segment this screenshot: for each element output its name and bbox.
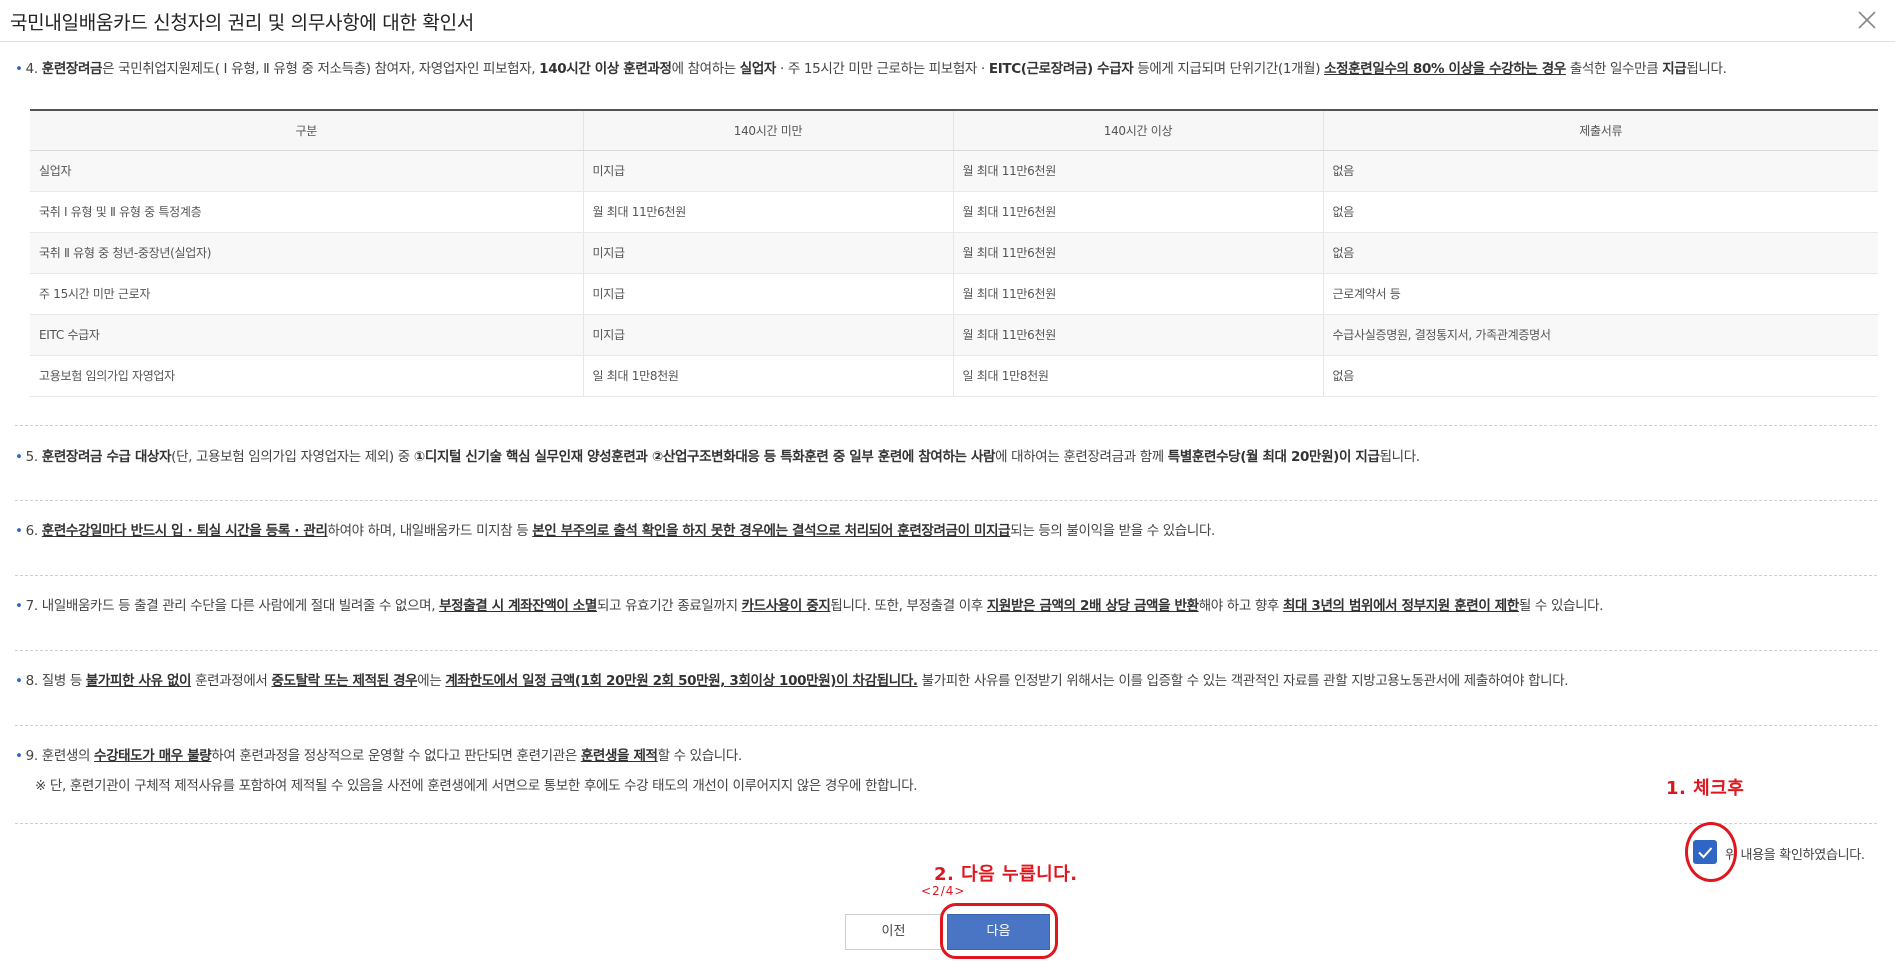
notice-item-9-note: ※ 단, 훈련기관이 구체적 제적사유를 포함하여 제적될 수 있음을 사전에 … [35,778,918,794]
table-cell: 일 최대 1만8천원 [953,355,1324,397]
table-header-row: 구분 140시간 미만 140시간 이상 제출서류 [30,109,1878,151]
modal-title: 국민내일배움카드 신청자의 권리 및 의무사항에 대한 확인서 [10,12,474,34]
divider [15,575,1877,576]
table-cell: 미지급 [583,150,954,192]
annotation-step-1: 1. 체크후 [1666,778,1745,799]
annotation-box [940,903,1058,959]
table-cell: 미지급 [583,273,954,315]
notice-item-8: • 8. 질병 등 불가피한 사유 없이 훈련과정에서 중도탈락 또는 제적된 경… [15,673,1569,689]
table-cell: 월 최대 11만6천원 [953,314,1324,356]
table-cell: 없음 [1323,355,1878,397]
table-header: 구분 [30,109,584,151]
table-cell: 월 최대 11만6천원 [953,150,1324,192]
divider [15,823,1877,824]
table-cell: 월 최대 11만6천원 [953,273,1324,315]
bullet-icon: • [15,61,23,77]
table-cell: 미지급 [583,314,954,356]
divider [15,650,1877,651]
bullet-icon: • [15,449,23,465]
table-cell: 일 최대 1만8천원 [583,355,954,397]
table-cell: 주 15시간 미만 근로자 [30,273,584,315]
table-cell: 없음 [1323,232,1878,274]
table-row: 주 15시간 미만 근로자 미지급 월 최대 11만6천원 근로계약서 등 [30,273,1878,315]
table-cell: 국취 Ⅰ 유형 및 Ⅱ 유형 중 특정계층 [30,191,584,233]
table-cell: 수급사실증명원, 결정통지서, 가족관계증명서 [1323,314,1878,356]
table-header: 140시간 미만 [583,109,954,151]
close-icon [1858,11,1876,29]
table-cell: 실업자 [30,150,584,192]
divider [15,500,1877,501]
notice-item-4: • 4. 훈련장려금은 국민취업지원제도( Ⅰ 유형, Ⅱ 유형 중 저소득층) … [15,61,1727,77]
table-cell: 월 최대 11만6천원 [583,191,954,233]
table-cell: 국취 Ⅱ 유형 중 청년-중장년(실업자) [30,232,584,274]
notice-item-5: • 5. 훈련장려금 수급 대상자(단, 고용보험 임의가입 자영업자는 제외) … [15,449,1420,465]
annotation-step-2: 2. 다음 누릅니다. [934,864,1078,885]
divider [15,725,1877,726]
table-row: EITC 수급자 미지급 월 최대 11만6천원 수급사실증명원, 결정통지서,… [30,314,1878,356]
table-cell: 고용보험 임의가입 자영업자 [30,355,584,397]
table-cell: 미지급 [583,232,954,274]
page-indicator: <2/4> [921,884,966,898]
table-cell: 없음 [1323,150,1878,192]
notice-item-6: • 6. 훈련수강일마다 반드시 입 · 퇴실 시간을 등록 · 관리하여야 하며… [15,523,1215,539]
table-header: 제출서류 [1323,109,1878,151]
table-row: 국취 Ⅱ 유형 중 청년-중장년(실업자) 미지급 월 최대 11만6천원 없음 [30,232,1878,274]
table-header: 140시간 이상 [953,109,1324,151]
table-row: 고용보험 임의가입 자영업자 일 최대 1만8천원 일 최대 1만8천원 없음 [30,355,1878,397]
table-cell: 없음 [1323,191,1878,233]
notice-item-9: • 9. 훈련생의 수강태도가 매우 불량하여 훈련과정을 정상적으로 운영할 수… [15,748,918,794]
bullet-icon: • [15,748,23,764]
bullet-icon: • [15,523,23,539]
table-row: 국취 Ⅰ 유형 및 Ⅱ 유형 중 특정계층 월 최대 11만6천원 월 최대 1… [30,191,1878,233]
allowance-table: 구분 140시간 미만 140시간 이상 제출서류 실업자 미지급 월 최대 1… [30,109,1878,397]
bullet-icon: • [15,598,23,614]
table-row: 실업자 미지급 월 최대 11만6천원 없음 [30,150,1878,192]
close-button[interactable] [1853,6,1881,34]
bullet-icon: • [15,673,23,689]
table-cell: EITC 수급자 [30,314,584,356]
table-cell: 근로계약서 등 [1323,273,1878,315]
table-cell: 월 최대 11만6천원 [953,232,1324,274]
table-cell: 월 최대 11만6천원 [953,191,1324,233]
annotation-circle [1685,822,1737,882]
divider [15,425,1877,426]
prev-button[interactable]: 이전 [845,914,942,950]
modal-header: 국민내일배움카드 신청자의 권리 및 의무사항에 대한 확인서 [0,0,1895,42]
notice-item-7: • 7. 내일배움카드 등 출결 관리 수단을 다른 사람에게 절대 빌려줄 수 … [15,598,1604,614]
confirm-label[interactable]: 위 내용을 확인하였습니다. [1725,844,1865,863]
